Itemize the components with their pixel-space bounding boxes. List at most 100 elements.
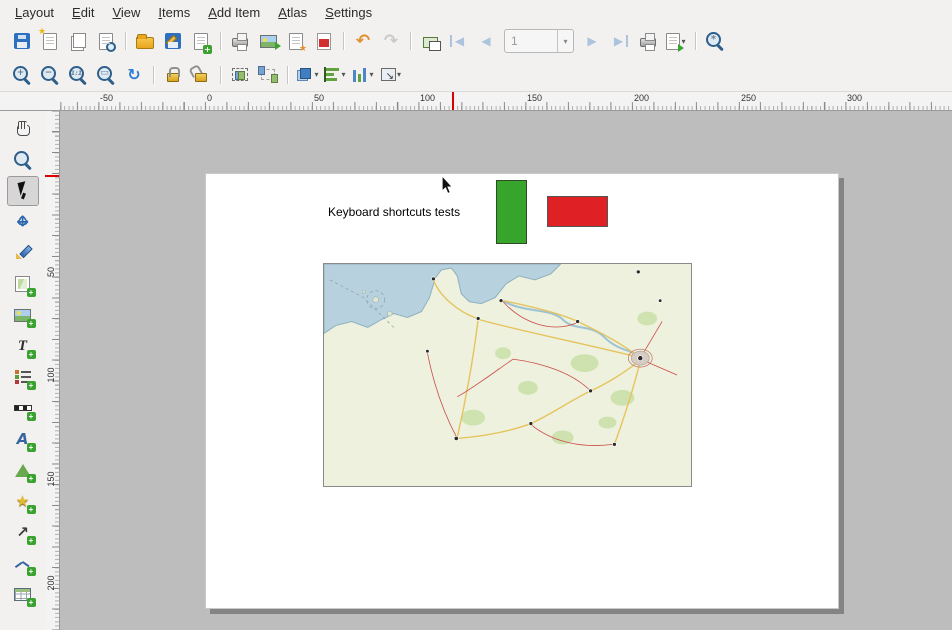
ic-sep [287,66,289,84]
layout-page[interactable]: Keyboard shortcuts tests [205,173,839,609]
refresh-view-button[interactable] [120,61,148,89]
export-as-svg-button[interactable] [282,27,310,55]
export-as-image-button[interactable] [254,27,282,55]
add-node-item-tool[interactable] [7,548,39,578]
export-as-pdf-button[interactable] [310,27,338,55]
ic-sep [220,32,222,50]
preview-atlas-button[interactable] [416,27,444,55]
move-item-content-tool[interactable] [7,207,39,237]
menu-atlas[interactable]: Atlas [269,2,316,23]
previous-feature-button[interactable] [472,27,500,55]
qgis-layout-designer-window: Layout Edit View Items Add Item Atlas Se… [0,0,952,630]
zoom-out-button[interactable]: − [36,61,64,89]
ic-printer [640,38,656,47]
ic-floppy [165,33,181,49]
ic-pen [15,245,31,261]
ic-align [324,67,340,82]
ic-move [14,213,32,231]
map-graphic [324,264,691,486]
add-shape-tool[interactable] [7,455,39,485]
add-north-arrow-tool[interactable] [7,424,39,454]
next-feature-button[interactable] [578,27,606,55]
ic-sep [220,66,222,84]
ic-sep [410,32,412,50]
menu-view[interactable]: View [103,2,149,23]
ic-page [289,33,303,50]
ungroup-items-button[interactable] [254,61,282,89]
ic-resize [381,68,396,81]
new-layout-button[interactable] [36,27,64,55]
first-feature-button[interactable] [444,27,472,55]
group-items-button[interactable] [226,61,254,89]
menu-edit[interactable]: Edit [63,2,103,23]
save-as-template-button[interactable] [159,27,187,55]
last-feature-button[interactable] [606,27,634,55]
edit-nodes-item-tool[interactable] [7,238,39,268]
add-label-tool[interactable] [7,331,39,361]
atlas-feature-value[interactable]: 1 [505,34,557,48]
navigation-actions-toolbar: + − 1:1 ▭ [0,58,952,92]
menu-add-item[interactable]: Add Item [199,2,269,23]
zoom-actual-button[interactable]: 1:1 [64,61,92,89]
ic-mag: * [704,30,726,52]
undo-button[interactable] [349,27,377,55]
toolbar-separator [282,61,293,89]
ruler-label: 50 [314,93,324,103]
ic-distribute [352,67,368,82]
add-table-tool[interactable] [7,579,39,609]
ruler-label: 100 [420,93,435,103]
label-item[interactable]: Keyboard shortcuts tests [328,205,460,219]
ic-ungroup [261,69,275,80]
add-map-tool[interactable] [7,269,39,299]
toolbar-separator [215,27,226,55]
raise-selected-items-button[interactable] [293,61,321,89]
print-layout-button[interactable] [226,27,254,55]
redo-button[interactable] [377,27,405,55]
unlock-all-items-button[interactable] [187,61,215,89]
ic-redo [380,30,402,52]
add-marker-tool[interactable] [7,486,39,516]
add-arrow-tool[interactable] [7,517,39,547]
layout-canvas[interactable]: Keyboard shortcuts tests [60,111,952,630]
atlas-settings-button[interactable]: * [701,27,729,55]
ic-cursor [16,182,30,200]
atlas-feature-spinbox[interactable]: 1 [504,29,574,53]
ic-pdf [317,33,331,50]
spinbox-dropdown-icon[interactable] [557,30,573,52]
ic-sep [125,32,127,50]
select-move-item-tool[interactable] [7,176,39,206]
menu-items[interactable]: Items [149,2,199,23]
add-picture-tool[interactable] [7,300,39,330]
print-atlas-button[interactable] [634,27,662,55]
zoom-tool[interactable] [7,145,39,175]
layout-manager-button[interactable] [92,27,120,55]
ic-lock [167,73,179,82]
zoom-in-button[interactable]: + [8,61,36,89]
menu-layout[interactable]: Layout [6,2,63,23]
export-atlas-button[interactable] [662,27,690,55]
duplicate-layout-button[interactable] [64,27,92,55]
green-rectangle-item[interactable] [496,180,527,244]
ic-sep [695,32,697,50]
pan-tool[interactable] [7,114,39,144]
zoom-full-button[interactable]: ▭ [92,61,120,89]
red-rectangle-item[interactable] [547,196,608,227]
ruler-label: 100 [46,365,56,385]
add-legend-tool[interactable] [7,362,39,392]
add-scalebar-tool[interactable] [7,393,39,423]
toolbar-separator [690,27,701,55]
menu-settings[interactable]: Settings [316,2,381,23]
ruler-row: -50050100150200250300 [0,92,952,111]
lock-selected-items-button[interactable] [159,61,187,89]
ic-sep [343,32,345,50]
ic-group [232,68,248,81]
resize-selected-items-button[interactable] [377,61,405,89]
ic-refresh [123,64,145,86]
distribute-selected-items-button[interactable] [349,61,377,89]
ic-add-shape [15,464,31,477]
align-selected-items-button[interactable] [321,61,349,89]
add-pages-button[interactable] [187,27,215,55]
add-items-from-template-button[interactable] [131,27,159,55]
map-item[interactable] [323,263,692,487]
save-project-button[interactable] [8,27,36,55]
